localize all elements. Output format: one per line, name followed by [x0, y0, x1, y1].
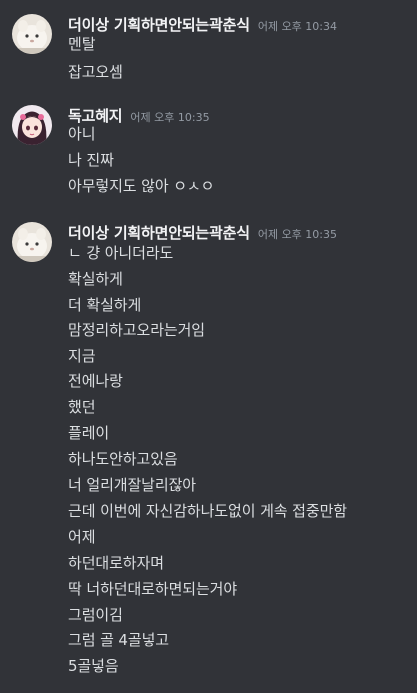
message-text: 근데 이번에 자신감하나도없이 게속 접중만함 [68, 502, 347, 520]
message-text: 잡고오셈 [68, 63, 123, 81]
username[interactable]: 더이상 기획하면안되는곽춘식 [68, 16, 250, 34]
message-header: 더이상 기획하면안되는곽춘식 어제 오후 10:34 [68, 14, 337, 38]
message-text: 그럼 골 4골넣고 [68, 631, 169, 649]
message-text: 했던 [68, 398, 96, 416]
username[interactable]: 독고혜지 [68, 107, 123, 125]
message-text: 어제 [68, 528, 96, 546]
message-text: 5골넣음 [68, 657, 119, 675]
message-text: 딱 너하던대로하면되는거야 [68, 580, 238, 598]
message-text: 하던대로하자며 [68, 554, 164, 572]
timestamp: 어제 오후 10:34 [257, 20, 338, 33]
avatar[interactable] [12, 222, 52, 262]
message-text: 나 진짜 [68, 151, 114, 169]
anime-girl-avatar-icon [12, 105, 52, 145]
message-text: 아니 [68, 125, 96, 143]
avatar[interactable] [12, 14, 52, 54]
message-text: 하나도안하고있음 [68, 450, 178, 468]
message-text: 아무렇지도 않아 ㅇㅅㅇ [68, 177, 215, 195]
timestamp: 어제 오후 10:35 [257, 228, 338, 241]
message-text: 플레이 [68, 424, 110, 442]
avatar[interactable] [12, 105, 52, 145]
message-text: ㄴ 걍 아니더라도 [68, 244, 174, 262]
message-text: 확실하게 [68, 270, 123, 288]
message-text: 그럼이김 [68, 606, 123, 624]
message-text: 너 얼리개잘날리잖아 [68, 476, 196, 494]
username[interactable]: 더이상 기획하면안되는곽춘식 [68, 224, 250, 242]
message-text: 전에나랑 [68, 372, 123, 390]
message-text: 멘탈 [68, 35, 96, 53]
message-text: 지금 [68, 347, 96, 365]
plush-avatar-icon [12, 222, 52, 262]
message-text: 더 확실하게 [68, 296, 142, 314]
plush-avatar-icon [12, 14, 52, 54]
message-text: 맘정리하고오라는거임 [68, 321, 206, 339]
timestamp: 어제 오후 10:35 [130, 111, 210, 124]
